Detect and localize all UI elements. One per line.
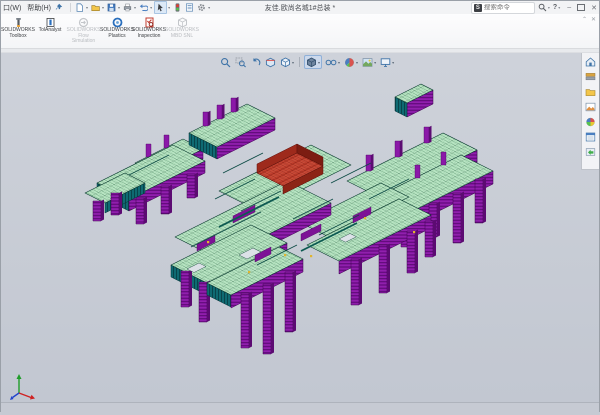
close-button[interactable]: ✕ xyxy=(591,4,597,12)
save-button[interactable] xyxy=(106,2,117,13)
file-explorer-tab[interactable] xyxy=(584,86,597,98)
solidworks-resources-tab[interactable] xyxy=(584,56,597,68)
chevron-down-icon: ▾ xyxy=(392,60,394,65)
addin-label: Toolbox xyxy=(9,34,26,40)
options-button[interactable] xyxy=(196,2,207,13)
commandmanager-controls: ⌃ ✕ xyxy=(582,16,596,23)
graphics-viewport[interactable]: ▾ ▾ ▾ ▾ ▾ ▾ xyxy=(1,53,599,402)
open-button[interactable] xyxy=(90,2,101,13)
zoom-to-fit-button[interactable] xyxy=(219,56,232,68)
chevron-down-icon[interactable]: ▾ xyxy=(134,5,136,10)
print-button[interactable] xyxy=(122,2,133,13)
select-button[interactable] xyxy=(154,1,167,14)
model-3d-assembly[interactable] xyxy=(1,53,599,402)
addin-tolanalyst[interactable]: TolAnalyst xyxy=(34,14,66,34)
title-bar: 口(W) 帮助(H) ▾ ▾ ▾ ▾ ▾ ▾ xyxy=(1,1,599,14)
commandmanager-collapse-icon[interactable]: ⌃ xyxy=(582,16,587,23)
view-palette-tab[interactable] xyxy=(584,101,597,113)
solidworks-logo-icon: S xyxy=(474,4,482,12)
commandmanager-close-icon[interactable]: ✕ xyxy=(591,16,596,23)
quick-access-toolbar: ▾ ▾ ▾ ▾ ▾ ▾ ▾ xyxy=(74,1,211,14)
status-bar xyxy=(1,402,599,415)
chevron-down-icon[interactable]: ▾ xyxy=(208,5,210,10)
chevron-down-icon[interactable]: ▾ xyxy=(86,5,88,10)
addin-label: Simulation xyxy=(72,39,95,45)
orientation-triad xyxy=(10,374,35,400)
section-view-button[interactable] xyxy=(264,56,277,68)
addin-label: Plastics xyxy=(108,34,125,40)
addin-label: TolAnalyst xyxy=(39,28,62,34)
help-button[interactable]: ? ▾ xyxy=(553,4,560,11)
menu-bar: 口(W) 帮助(H) xyxy=(1,3,51,13)
chevron-down-icon[interactable]: ▾ xyxy=(150,5,152,10)
chevron-down-icon: ▾ xyxy=(374,60,376,65)
previous-view-button[interactable] xyxy=(249,56,262,68)
rebuild-button[interactable] xyxy=(172,2,183,13)
chevron-down-icon[interactable]: ▾ xyxy=(102,5,104,10)
minimize-button[interactable]: – xyxy=(567,4,571,11)
new-document-button[interactable] xyxy=(74,2,85,13)
pin-icon[interactable] xyxy=(55,3,63,13)
addin-solidworks-inspection[interactable]: SOLIDWORKS Inspection xyxy=(133,14,165,39)
formwork-assembly[interactable] xyxy=(85,84,493,354)
chevron-down-icon: ▾ xyxy=(318,60,320,65)
divider xyxy=(70,3,71,12)
addin-label: MBD SNL xyxy=(171,34,193,40)
chevron-down-icon: ▾ xyxy=(292,60,294,65)
file-properties-button[interactable] xyxy=(184,2,195,13)
hide-show-items-button[interactable]: ▾ xyxy=(324,56,341,68)
headsup-view-toolbar: ▾ ▾ ▾ ▾ ▾ ▾ xyxy=(219,55,395,69)
solidworks-window: 口(W) 帮助(H) ▾ ▾ ▾ ▾ ▾ ▾ xyxy=(0,0,600,412)
addin-flow-simulation[interactable]: SOLIDWORKS Flow Simulation xyxy=(66,14,101,45)
menu-window[interactable]: 口(W) xyxy=(3,3,21,13)
search-button[interactable]: ▾ xyxy=(538,3,550,12)
addin-solidworks-mbd-snl[interactable]: SOLIDWORKS MBD SNL xyxy=(165,14,199,39)
view-orientation-button[interactable]: ▾ xyxy=(279,56,295,68)
help-label: ? xyxy=(553,4,557,11)
restore-button[interactable] xyxy=(577,4,585,11)
solidworks-forum-tab[interactable] xyxy=(584,146,597,158)
chevron-down-icon: ▾ xyxy=(558,5,560,10)
task-pane-tabs xyxy=(581,53,599,170)
undo-button[interactable] xyxy=(138,2,149,13)
view-settings-button[interactable]: ▾ xyxy=(379,56,395,68)
addin-label: Inspection xyxy=(138,34,161,40)
custom-properties-tab[interactable] xyxy=(584,131,597,143)
zoom-to-area-button[interactable] xyxy=(234,56,247,68)
menu-help[interactable]: 帮助(H) xyxy=(27,3,51,13)
addin-solidworks-plastics[interactable]: SOLIDWORKS Plastics xyxy=(101,14,133,39)
chevron-down-icon: ▾ xyxy=(338,60,340,65)
command-search[interactable]: S xyxy=(471,2,535,14)
chevron-down-icon[interactable]: ▾ xyxy=(118,5,120,10)
addin-solidworks-toolbox[interactable]: SOLIDWORKS Toolbox xyxy=(2,14,34,39)
office-products-toolbar: SOLIDWORKS Toolbox TolAnalyst SOLIDWORKS… xyxy=(1,14,599,49)
chevron-down-icon: ▾ xyxy=(356,60,358,65)
appearances-scenes-tab[interactable] xyxy=(584,116,597,128)
titlebar-right-controls: S ▾ ? ▾ – ✕ xyxy=(471,1,597,14)
divider xyxy=(299,57,300,67)
chevron-down-icon[interactable]: ▾ xyxy=(168,5,170,10)
chevron-down-icon: ▾ xyxy=(548,5,550,10)
edit-appearance-button[interactable]: ▾ xyxy=(343,56,359,68)
window-controls: – ✕ xyxy=(567,4,597,12)
design-library-tab[interactable] xyxy=(584,71,597,83)
search-input[interactable] xyxy=(484,4,532,11)
display-style-button[interactable]: ▾ xyxy=(304,55,322,69)
apply-scene-button[interactable]: ▾ xyxy=(361,56,377,68)
